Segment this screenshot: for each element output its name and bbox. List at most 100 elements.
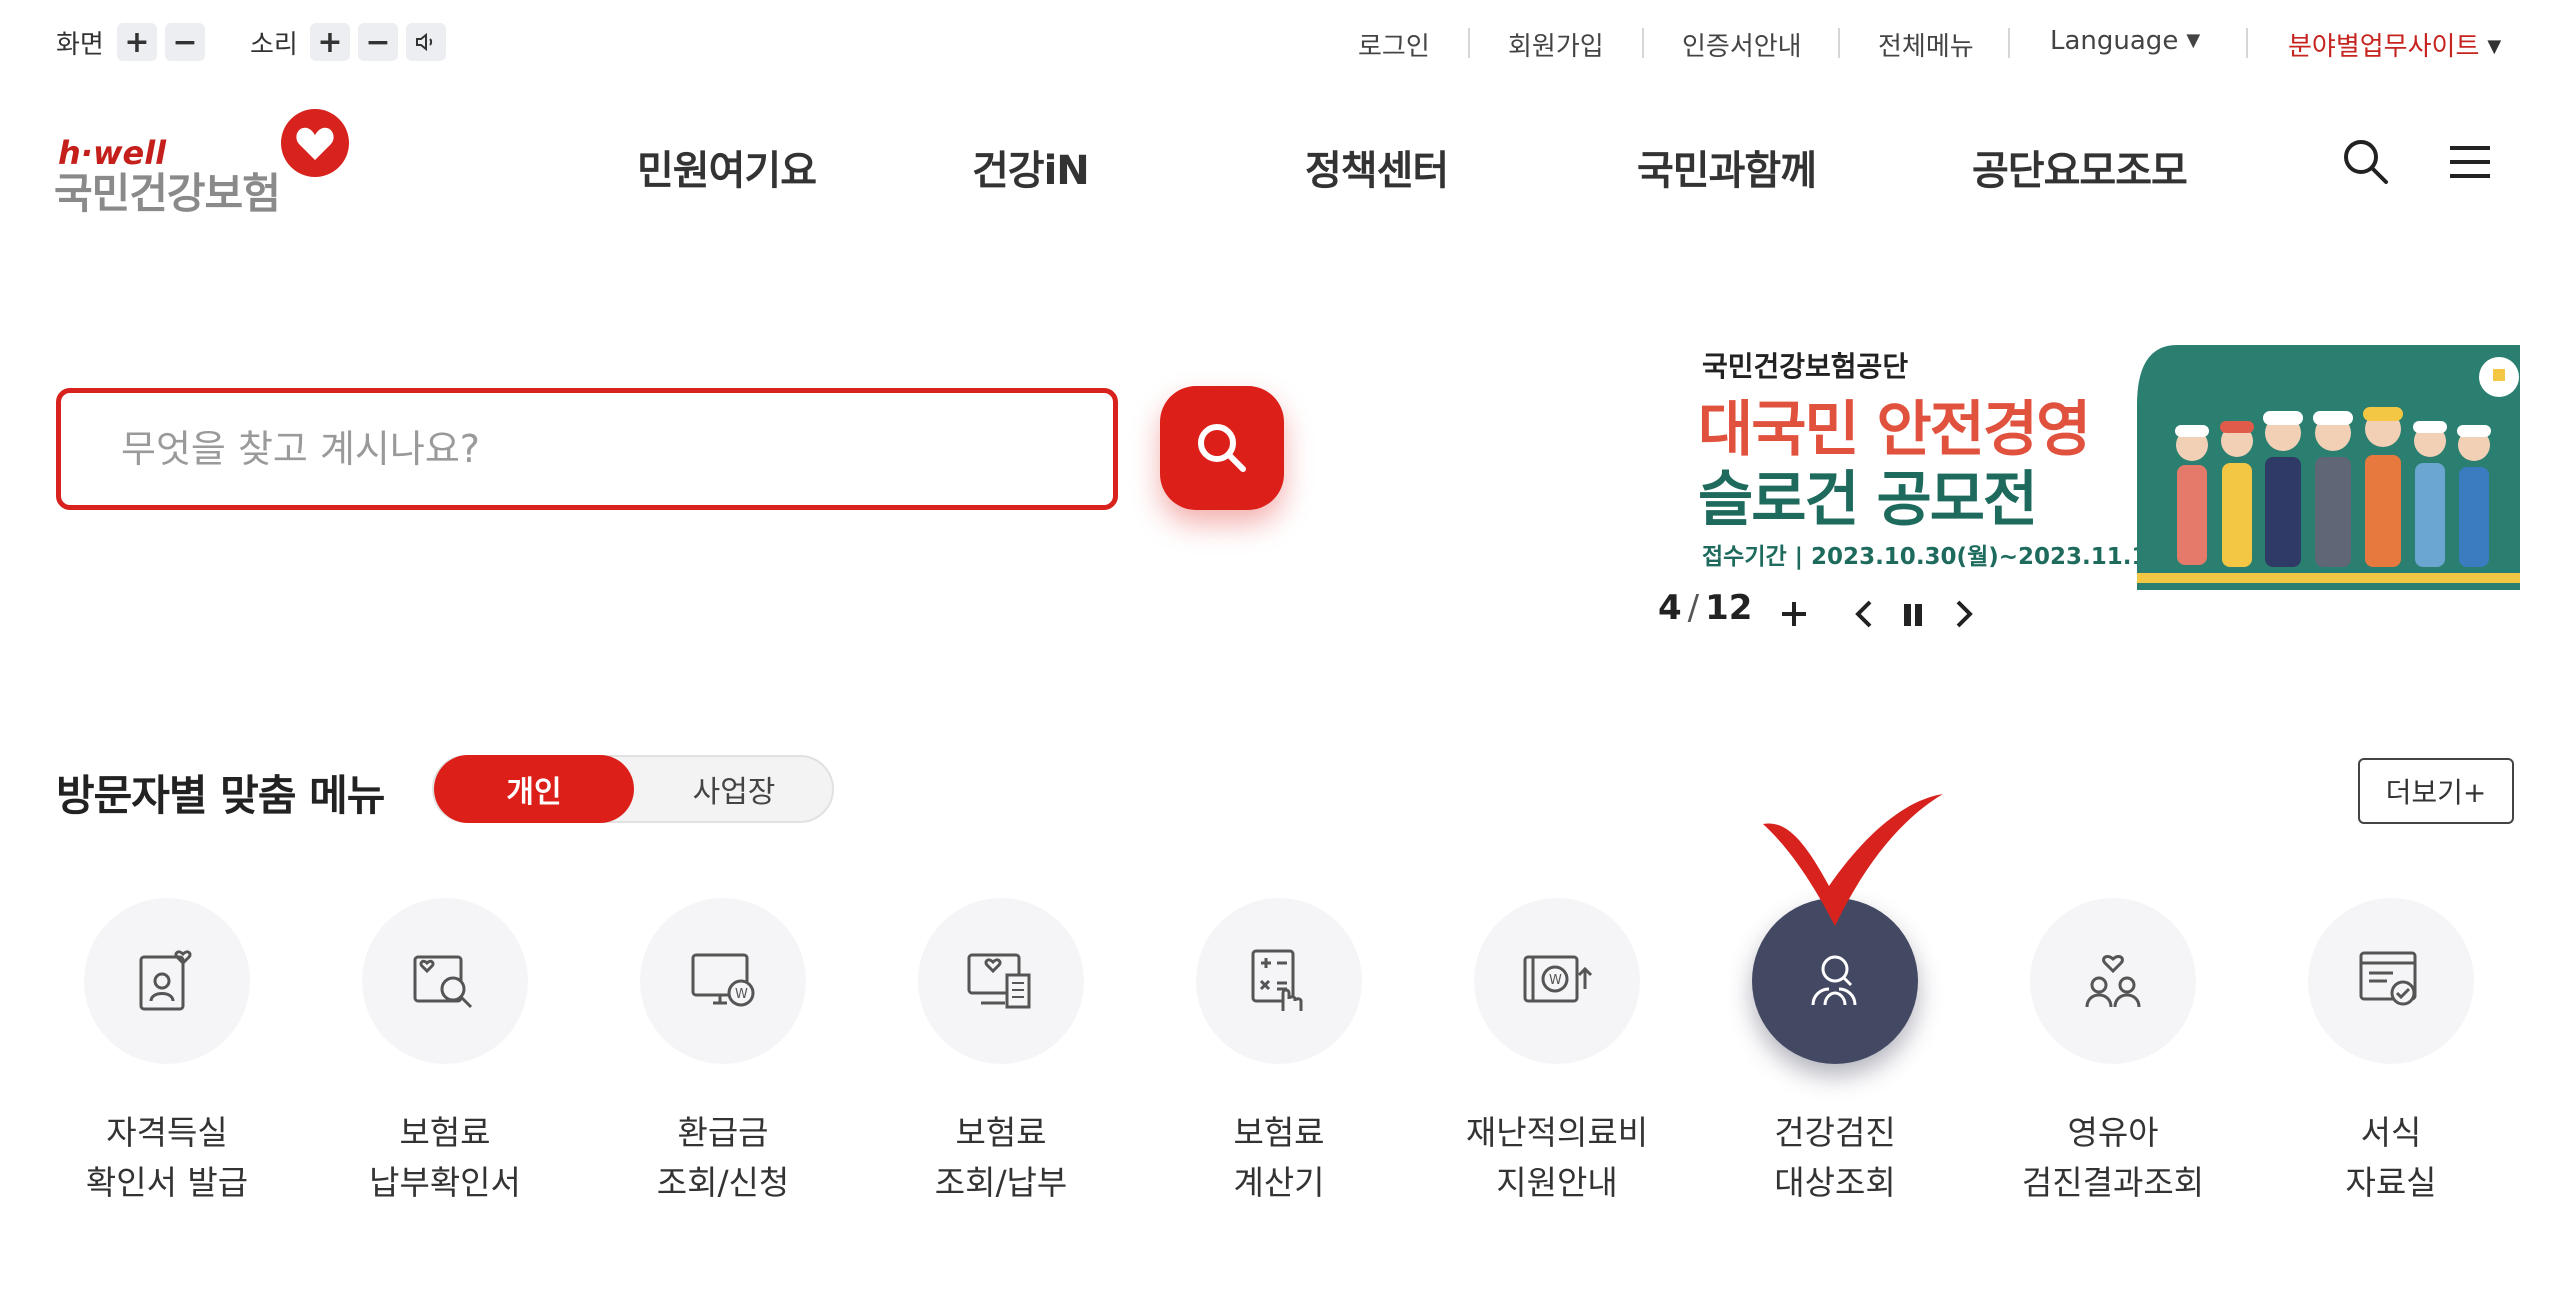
divider bbox=[1642, 28, 1644, 58]
certificate-guide-link[interactable]: 인증서안내 bbox=[1682, 26, 1802, 63]
screen-zoom-label: 화면 bbox=[56, 30, 104, 60]
menu-label: 자격득실 확인서 발급 bbox=[85, 1113, 249, 1202]
menu-item-health-checkup[interactable]: 건강검진 대상조회 bbox=[1710, 898, 1960, 1208]
more-button[interactable]: 더보기+ bbox=[2358, 758, 2514, 824]
banner-current-index: 4 bbox=[1658, 588, 1682, 628]
chevron-left-icon bbox=[1855, 600, 1872, 628]
logo-name-text: 국민건강보험 bbox=[54, 169, 281, 218]
banner-title-line2: 슬로건 공모전 bbox=[1698, 465, 2038, 535]
svg-text:W: W bbox=[1549, 973, 1562, 988]
menu-label: 건강검진 대상조회 bbox=[1774, 1113, 1896, 1202]
header-search-button[interactable] bbox=[2340, 136, 2392, 188]
sound-down-button[interactable]: − bbox=[358, 23, 398, 61]
plus-icon: + bbox=[317, 24, 343, 60]
menu-label: 재난적의료비 지원안내 bbox=[1465, 1113, 1649, 1202]
menu-item-premium-payment[interactable]: 보험료 조회/납부 bbox=[876, 898, 1126, 1208]
banner-pause-button[interactable] bbox=[1898, 582, 1928, 642]
search-icon bbox=[2344, 140, 2388, 184]
menu-icon-circle bbox=[2308, 898, 2474, 1064]
banner-pager: 4/12 bbox=[1658, 588, 1752, 628]
speaker-icon bbox=[416, 32, 433, 52]
caret-down-icon: ▼ bbox=[2186, 30, 2201, 51]
menu-icon-circle bbox=[918, 898, 1084, 1064]
minus-icon: − bbox=[365, 24, 391, 60]
menu-icon-circle bbox=[362, 898, 528, 1064]
people-search-icon bbox=[1811, 955, 1857, 1006]
nav-civil-service[interactable]: 민원여기요 bbox=[637, 138, 817, 196]
menu-label: 보험료 조회/납부 bbox=[934, 1113, 1068, 1202]
svg-text:W: W bbox=[735, 987, 748, 1002]
calculator-hand-icon bbox=[1251, 949, 1303, 1011]
banner-next-button[interactable] bbox=[1948, 582, 1978, 642]
hamburger-menu-button[interactable] bbox=[2448, 140, 2494, 184]
menu-item-catastrophic-medical[interactable]: W 재난적의료비 지원안내 bbox=[1432, 898, 1682, 1208]
wallet-won-icon: W bbox=[1523, 955, 1593, 1003]
all-menu-link[interactable]: 전체메뉴 bbox=[1878, 26, 1974, 63]
chevron-right-icon bbox=[1956, 600, 1973, 628]
document-search-icon bbox=[413, 955, 473, 1009]
visitor-type-toggle: 개인 사업장 bbox=[432, 755, 834, 823]
business-site-select[interactable]: 분야별업무사이트 ▼ bbox=[2288, 26, 2501, 63]
nav-corporation-info[interactable]: 공단요모조모 bbox=[1972, 138, 2188, 196]
workers-illustration bbox=[2137, 345, 2520, 590]
screen-zoom-in-button[interactable]: + bbox=[117, 23, 157, 61]
menu-label: 영유아 검진결과조회 bbox=[2021, 1113, 2205, 1202]
business-site-label: 분야별업무사이트 bbox=[2288, 32, 2480, 62]
sound-play-button[interactable] bbox=[406, 23, 446, 61]
id-card-heart-icon bbox=[139, 950, 192, 1011]
search-submit-button[interactable] bbox=[1160, 386, 1284, 510]
plus-icon bbox=[1782, 602, 1806, 626]
screen-receipt-icon bbox=[967, 953, 1031, 1009]
screen-zoom-out-button[interactable]: − bbox=[165, 23, 205, 61]
menu-item-calculator[interactable]: 보험료 계산기 bbox=[1154, 898, 1404, 1208]
menu-item-infant-checkup[interactable]: 영유아 검진결과조회 bbox=[1988, 898, 2238, 1208]
heart-logo-icon bbox=[281, 109, 349, 177]
form-check-icon bbox=[2359, 951, 2417, 1006]
promo-banner[interactable]: 국민건강보험공단 대국민 안전경영 슬로건 공모전 접수기간 | 2023.10… bbox=[1660, 345, 2520, 590]
menu-icon-circle: W bbox=[1474, 898, 1640, 1064]
banner-pager-separator: / bbox=[1687, 588, 1700, 628]
nav-with-people[interactable]: 국민과함께 bbox=[1637, 138, 1817, 196]
menu-item-refund[interactable]: W 환급금 조회/신청 bbox=[598, 898, 848, 1208]
menu-item-premium-certificate[interactable]: 보험료 납부확인서 bbox=[320, 898, 570, 1208]
search-input[interactable] bbox=[61, 393, 1113, 505]
search-box bbox=[56, 388, 1118, 510]
menu-item-forms-library[interactable]: 서식 자료실 bbox=[2266, 898, 2516, 1208]
plus-icon: + bbox=[124, 24, 150, 60]
menu-label: 환급금 조회/신청 bbox=[656, 1113, 790, 1202]
nav-health-in[interactable]: 건강iN bbox=[972, 138, 1090, 196]
search-icon bbox=[1198, 424, 1246, 472]
banner-organization: 국민건강보험공단 bbox=[1702, 350, 1909, 383]
divider bbox=[1468, 28, 1470, 58]
divider bbox=[2008, 28, 2010, 58]
language-select[interactable]: Language ▼ bbox=[2050, 26, 2200, 56]
divider bbox=[2246, 28, 2248, 58]
menu-label: 보험료 납부확인서 bbox=[369, 1113, 521, 1202]
banner-total-count: 12 bbox=[1705, 588, 1753, 628]
minus-icon: − bbox=[172, 24, 198, 60]
language-label: Language bbox=[2050, 26, 2179, 56]
toggle-business[interactable]: 사업장 bbox=[634, 757, 834, 821]
checkmark-annotation-icon bbox=[1763, 794, 1943, 926]
toggle-personal[interactable]: 개인 bbox=[434, 755, 634, 823]
menu-icon-circle: W bbox=[640, 898, 806, 1064]
banner-more-button[interactable] bbox=[1776, 582, 1812, 642]
pause-icon bbox=[1904, 604, 1922, 626]
menu-icon-circle bbox=[1196, 898, 1362, 1064]
menu-icon-circle bbox=[2030, 898, 2196, 1064]
menu-label: 보험료 계산기 bbox=[1233, 1113, 1325, 1202]
banner-period: 접수기간 | 2023.10.30(월)~2023.11.10(금) bbox=[1702, 544, 2206, 570]
nav-policy-center[interactable]: 정책센터 bbox=[1305, 138, 1449, 196]
monitor-won-icon: W bbox=[691, 953, 755, 1007]
sound-label: 소리 bbox=[250, 30, 298, 60]
divider bbox=[1838, 28, 1840, 58]
login-link[interactable]: 로그인 bbox=[1358, 26, 1430, 63]
sound-up-button[interactable]: + bbox=[310, 23, 350, 61]
site-logo[interactable]: h·well 국민건강보험 bbox=[0, 100, 380, 220]
signup-link[interactable]: 회원가입 bbox=[1508, 26, 1604, 63]
menu-item-qualification[interactable]: 자격득실 확인서 발급 bbox=[42, 898, 292, 1208]
caret-down-icon: ▼ bbox=[2487, 36, 2502, 57]
menu-icon-circle bbox=[84, 898, 250, 1064]
banner-prev-button[interactable] bbox=[1850, 582, 1880, 642]
hamburger-icon bbox=[2450, 146, 2490, 178]
